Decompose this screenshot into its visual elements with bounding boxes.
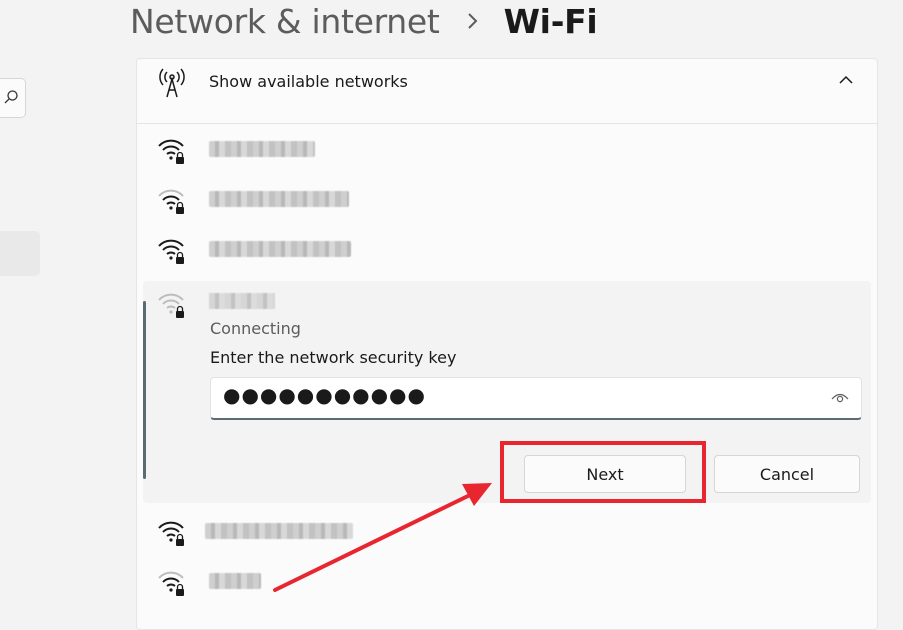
sidebar-selected-item[interactable]	[0, 231, 40, 276]
connection-status: Connecting	[210, 319, 301, 338]
security-key-label: Enter the network security key	[210, 348, 457, 367]
wifi-secured-icon	[158, 521, 184, 546]
security-key-input[interactable]: ●●●●●●●●●●●	[210, 377, 862, 420]
network-name-redacted	[209, 241, 351, 257]
breadcrumb-parent[interactable]: Network & internet	[130, 2, 440, 41]
password-mask: ●●●●●●●●●●●	[223, 383, 426, 407]
wifi-secured-icon	[158, 571, 184, 596]
chevron-up-icon[interactable]	[837, 71, 855, 89]
network-name-redacted	[209, 573, 261, 589]
network-name-redacted	[209, 141, 315, 157]
breadcrumb: Network & internet Wi-Fi	[130, 0, 598, 44]
network-list-item[interactable]	[137, 177, 877, 225]
network-name-redacted	[205, 523, 353, 539]
eye-icon[interactable]	[831, 390, 849, 404]
highlight-box	[500, 441, 706, 503]
network-list-item[interactable]	[137, 509, 877, 557]
network-name-redacted	[209, 191, 349, 207]
wifi-secured-icon	[158, 189, 184, 214]
search-icon	[4, 90, 18, 104]
chevron-right-icon	[467, 13, 477, 29]
network-list-item[interactable]	[137, 127, 877, 175]
sidebar-search-box[interactable]	[0, 78, 26, 118]
available-networks-panel: Show available networks Connecting Enter…	[136, 58, 878, 630]
panel-title: Show available networks	[209, 72, 408, 91]
wifi-weak-secured-icon	[158, 293, 184, 318]
network-list-item[interactable]	[137, 227, 877, 275]
page-title: Wi-Fi	[503, 1, 598, 41]
antenna-icon	[159, 68, 185, 98]
wifi-secured-icon	[158, 139, 184, 164]
wifi-secured-icon	[158, 239, 184, 264]
network-list-item[interactable]	[137, 559, 877, 607]
show-networks-header[interactable]: Show available networks	[137, 59, 877, 124]
network-name-redacted	[209, 293, 275, 309]
cancel-button[interactable]: Cancel	[714, 455, 860, 493]
selection-accent-bar	[143, 301, 146, 479]
